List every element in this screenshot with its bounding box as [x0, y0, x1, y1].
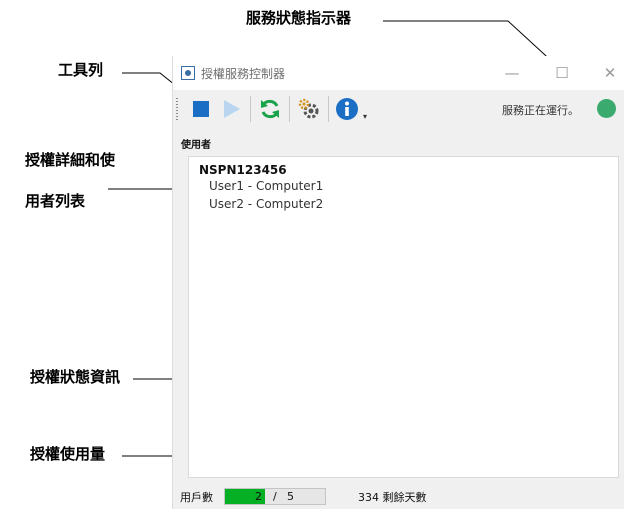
gears-icon — [298, 98, 319, 119]
toolbar-overflow-chevron-icon[interactable]: ▾ — [363, 112, 367, 121]
callout-license-usage: 授權使用量 — [30, 445, 106, 463]
license-usage-text: 2 / 5 — [225, 489, 325, 504]
toolbar-separator — [289, 96, 290, 122]
stop-service-button[interactable] — [187, 95, 215, 123]
toolbar: ▾ 服務正在運行。 — [173, 90, 624, 130]
maximize-button[interactable]: ☐ — [547, 62, 577, 84]
toolbar-separator — [250, 96, 251, 122]
title-bar[interactable]: 授權服務控制器 — ☐ ✕ — [173, 56, 624, 90]
days-remaining: 334 剩餘天數 — [358, 491, 427, 504]
minimize-button[interactable]: — — [497, 62, 527, 84]
status-bar: 用戶數 2 / 5 334 剩餘天數 — [173, 483, 624, 509]
user-list-item[interactable]: User2 - Computer2 — [209, 197, 323, 211]
licenses-separator: / — [273, 490, 277, 503]
app-icon — [181, 66, 195, 80]
licenses-used: 2 — [255, 490, 262, 503]
license-user-list[interactable]: NSPN123456 User1 - Computer1 User2 - Com… — [188, 156, 619, 478]
info-button[interactable] — [333, 95, 361, 123]
licenses-total: 5 — [287, 490, 294, 503]
callout-license-status-info: 授權狀態資訊 — [30, 368, 121, 386]
close-button[interactable]: ✕ — [595, 62, 624, 84]
service-status-text: 服務正在運行。 — [502, 104, 579, 117]
callout-toolbar: 工具列 — [58, 61, 104, 79]
users-count-label: 用戶數 — [180, 491, 213, 504]
window-title: 授權服務控制器 — [201, 67, 286, 81]
toolbar-separator — [328, 96, 329, 122]
stop-icon — [193, 101, 209, 117]
callout-license-user-list-line2: 用者列表 — [25, 192, 86, 210]
license-service-window: 授權服務控制器 — ☐ ✕ ▾ 服務正在運行。 使用者 NSPN123456 U… — [172, 56, 624, 509]
user-list-header: 使用者 — [181, 140, 211, 151]
license-usage-bar: 2 / 5 — [224, 488, 326, 505]
refresh-icon — [261, 99, 279, 119]
toolbar-grip[interactable] — [176, 98, 178, 120]
play-icon — [224, 100, 240, 118]
start-service-button[interactable] — [217, 95, 245, 123]
license-root-node[interactable]: NSPN123456 — [199, 163, 287, 177]
service-status-indicator — [597, 99, 616, 118]
user-list-item[interactable]: User1 - Computer1 — [209, 179, 323, 193]
callout-service-status-indicator: 服務狀態指示器 — [246, 9, 352, 27]
settings-button[interactable] — [295, 95, 323, 123]
info-icon — [336, 98, 358, 120]
refresh-button[interactable] — [256, 95, 284, 123]
callout-license-user-list-line1: 授權詳細和使 — [25, 151, 116, 169]
